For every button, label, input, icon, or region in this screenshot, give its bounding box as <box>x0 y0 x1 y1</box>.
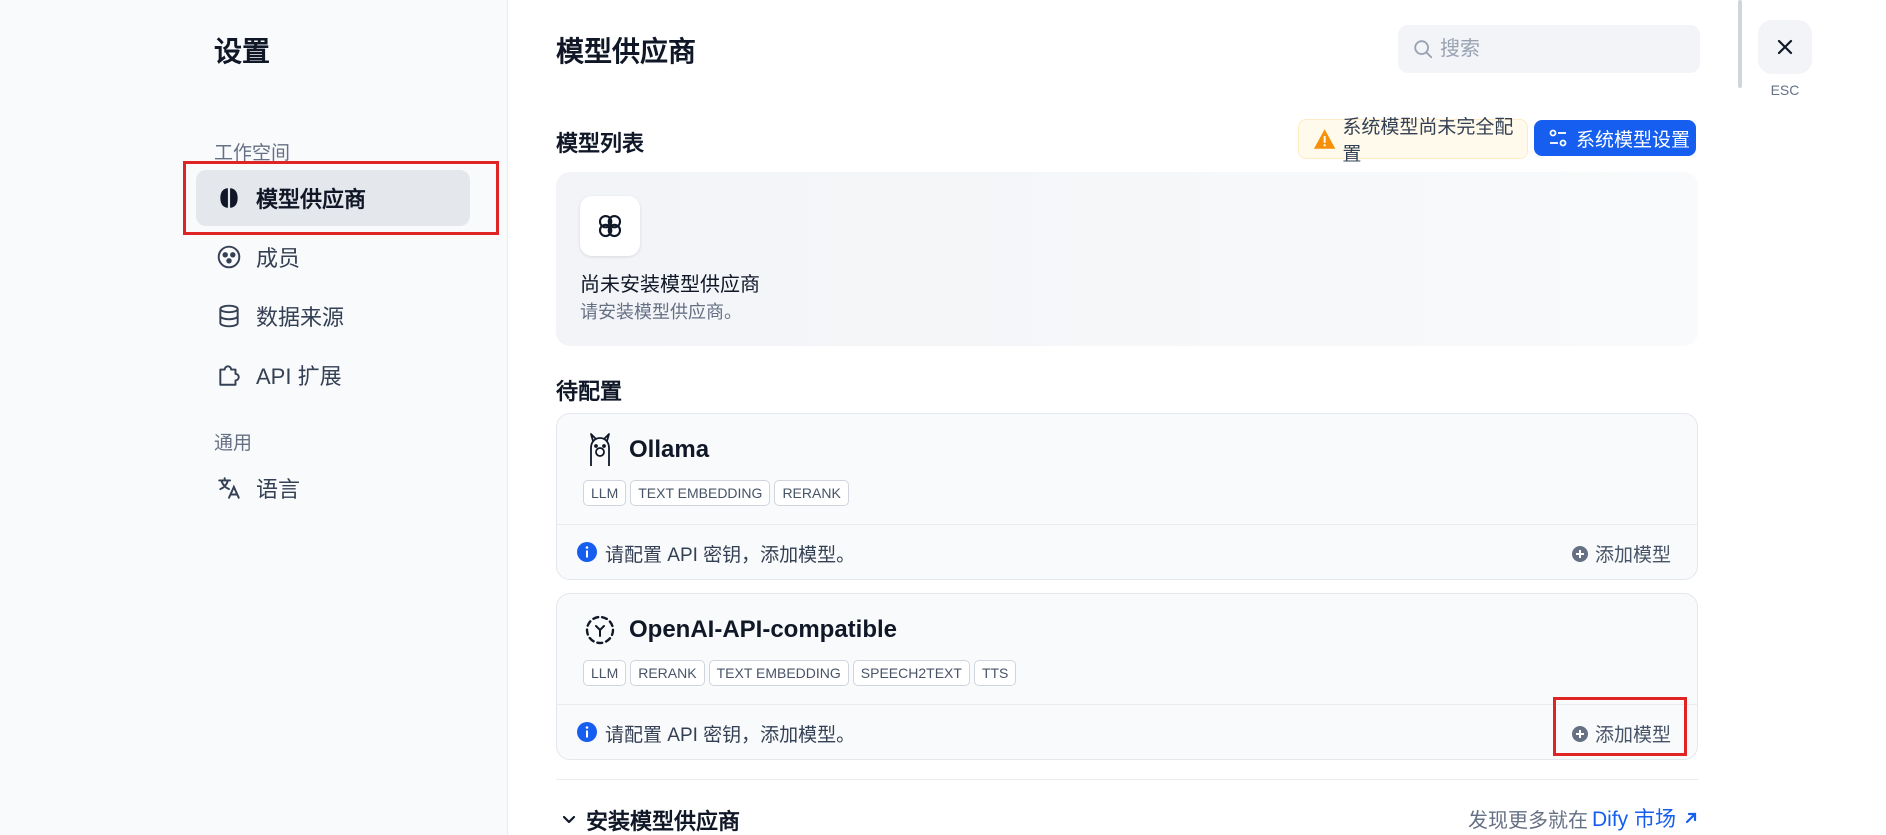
search-box[interactable] <box>1398 25 1700 73</box>
add-model-label: 添加模型 <box>1594 545 1671 566</box>
provider-card-ollama: Ollama LLM TEXT EMBEDDING RERANK 请配置 API… <box>556 413 1698 580</box>
empty-icon-container <box>580 196 640 256</box>
puzzle-icon <box>216 362 242 388</box>
translate-icon <box>216 475 242 501</box>
empty-model-list-card: 尚未安装模型供应商 请安装模型供应商。 <box>556 172 1698 346</box>
empty-title: 尚未安装模型供应商 <box>580 274 760 296</box>
arrow-up-right-icon <box>1685 812 1697 824</box>
sidebar-item-label: 语言 <box>256 477 301 502</box>
provider-name: Ollama <box>629 436 710 463</box>
provider-tag: TEXT EMBEDDING <box>708 660 849 686</box>
dify-market-label: Dify 市场 <box>1592 808 1676 831</box>
empty-description: 请安装模型供应商。 <box>580 302 742 322</box>
plus-circle-icon <box>1571 545 1588 562</box>
sidebar-item-label: 成员 <box>256 246 301 271</box>
provider-name: OpenAI-API-compatible <box>629 616 898 643</box>
llama-icon <box>590 433 610 466</box>
general-group-label: 通用 <box>214 433 253 454</box>
provider-tag: LLM <box>583 660 627 686</box>
provider-tag: LLM <box>583 480 627 506</box>
install-provider-label: 安装模型供应商 <box>586 809 741 834</box>
chevron-down-icon <box>562 815 576 824</box>
model-list-label: 模型列表 <box>556 131 645 156</box>
sidebar-title: 设置 <box>214 36 271 67</box>
provider-card-openai-compatible: OpenAI-API-compatible LLM RERANK TEXT EM… <box>556 593 1698 760</box>
pending-config-label: 待配置 <box>556 379 623 404</box>
system-model-warning: 系统模型尚未完全配置 <box>1298 117 1528 165</box>
install-provider-toggle[interactable]: 安装模型供应商 <box>560 804 740 835</box>
warning-icon <box>1313 129 1336 149</box>
brain-outline-icon <box>598 214 622 238</box>
sidebar-item-label: 数据来源 <box>256 305 345 330</box>
search-input[interactable] <box>1440 37 1680 61</box>
provider-tag: SPEECH2TEXT <box>852 660 970 686</box>
provider-tag: RERANK <box>774 480 849 506</box>
provider-hint: 请配置 API 密钥，添加模型。 <box>605 725 856 746</box>
market-prefix: 发现更多就在 <box>1468 810 1588 832</box>
database-icon <box>216 303 242 329</box>
provider-tags: LLM TEXT EMBEDDING RERANK <box>583 480 849 506</box>
sidebar-item-members[interactable]: 成员 <box>196 229 470 285</box>
sidebar-item-language[interactable]: 语言 <box>196 460 470 516</box>
info-icon <box>577 542 597 562</box>
sidebar-item-api-extension[interactable]: API 扩展 <box>196 347 470 403</box>
system-model-settings-button[interactable]: 系统模型设置 <box>1534 120 1696 156</box>
sidebar-item-label: API 扩展 <box>256 364 342 389</box>
highlight-box-add-model <box>1553 697 1687 756</box>
info-icon <box>577 722 597 742</box>
openai-compatible-icon <box>585 615 615 645</box>
esc-label: ESC <box>1770 82 1800 98</box>
close-icon <box>1777 39 1793 55</box>
add-model-button-ollama[interactable]: 添加模型 <box>1571 540 1671 567</box>
system-model-settings-label: 系统模型设置 <box>1576 129 1691 151</box>
provider-tags: LLM RERANK TEXT EMBEDDING SPEECH2TEXT TT… <box>583 660 1017 686</box>
sidebar-item-data-source[interactable]: 数据来源 <box>196 288 470 344</box>
warning-text: 系统模型尚未完全配置 <box>1342 117 1514 165</box>
provider-tag: RERANK <box>630 660 705 686</box>
settings-sidebar: 设置 工作空间 模型供应商 成员 数据来源 API 扩展 通用 语言 <box>0 0 508 835</box>
page-title: 模型供应商 <box>556 36 697 67</box>
provider-tag: TEXT EMBEDDING <box>630 480 771 506</box>
close-button[interactable] <box>1758 20 1812 74</box>
settings-sliders-icon <box>1549 129 1567 147</box>
scrollbar[interactable] <box>1738 0 1742 88</box>
members-icon <box>216 244 242 270</box>
highlight-box-model-provider <box>183 161 499 235</box>
search-icon <box>1414 40 1433 59</box>
section-divider <box>556 779 1698 780</box>
provider-tag: TTS <box>973 660 1017 686</box>
provider-hint: 请配置 API 密钥，添加模型。 <box>605 545 856 566</box>
dify-market-link[interactable]: Dify 市场 <box>1592 803 1700 833</box>
